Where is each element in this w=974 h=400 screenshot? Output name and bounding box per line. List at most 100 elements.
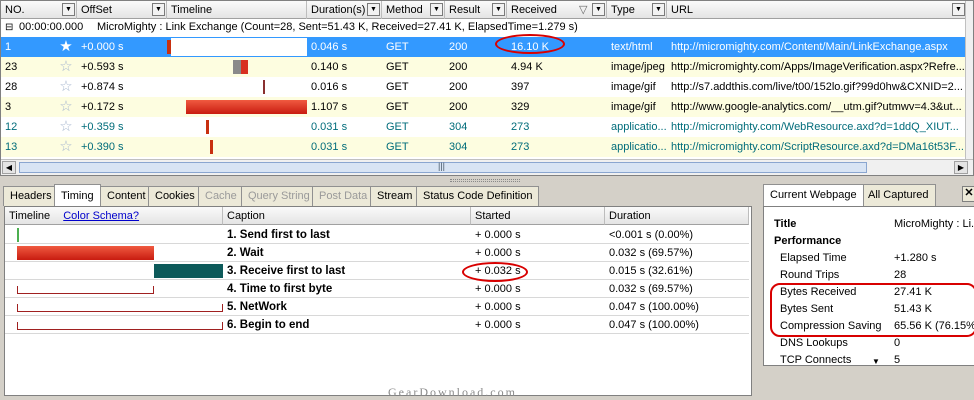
scroll-right-icon[interactable]: ▶ [954, 161, 968, 174]
request-grid[interactable]: NO. ▼ OffSet ▼ Timeline Duration(s) ▼ Metho… [0, 0, 974, 176]
timing-row[interactable]: 2. Wait + 0.000 s 0.032 s (69.57%) [5, 244, 749, 262]
summary-row[interactable]: ⊟ 00:00:00.000 MicroMighty : Link Exchan… [1, 19, 967, 37]
star-outline-icon[interactable]: ☆ [58, 59, 74, 75]
dropdown-icon[interactable]: ▼ [152, 3, 165, 16]
col-header-method[interactable]: Method ▼ [382, 1, 445, 19]
dropdown-icon[interactable]: ▼ [430, 3, 443, 16]
row-result: 304 [449, 141, 468, 153]
tab-timing[interactable]: Timing [54, 184, 101, 206]
table-row[interactable]: 1 +0.000 s 0.046 s GET 200 16.10 K text/html ht… [1, 37, 967, 57]
table-row[interactable]: 23 +0.593 s 0.140 s GET 200 4.94 K image/jpeg h… [1, 57, 967, 77]
tab-current-webpage[interactable]: Current Webpage [763, 184, 864, 206]
col-header-url[interactable]: URL ▼ [667, 1, 967, 19]
row-no: 23 [5, 61, 18, 73]
tab-headers[interactable]: Headers [3, 186, 59, 206]
timeline-bar [233, 60, 241, 74]
row-offset: +0.593 s [81, 61, 124, 73]
vertical-scrollbar[interactable] [965, 1, 973, 159]
timeline-bar [206, 120, 209, 134]
dropdown-icon[interactable]: ▼ [652, 3, 665, 16]
tab-cookies[interactable]: Cookies [148, 186, 202, 206]
row-result: 200 [449, 61, 468, 73]
table-row[interactable]: 3 +0.172 s 1.107 s GET 200 329 image/gif http:/… [1, 97, 967, 117]
row-result: 200 [449, 81, 468, 93]
timing-duration: 0.032 s (69.57%) [609, 247, 693, 259]
timing-header-started[interactable]: Started [471, 207, 605, 225]
col-header-timeline[interactable]: Timeline [167, 1, 307, 19]
timing-duration: 0.047 s (100.00%) [609, 319, 699, 331]
col-header-offset[interactable]: OffSet ▼ [77, 1, 167, 19]
timing-bar [17, 286, 154, 294]
tab-status-code-definition[interactable]: Status Code Definition [416, 186, 540, 206]
splitter[interactable] [0, 177, 974, 184]
star-outline-icon[interactable]: ☆ [58, 99, 74, 115]
horizontal-scrollbar[interactable]: ◀ ||| ▶ [1, 159, 973, 175]
collapse-icon[interactable]: ⊟ [5, 18, 13, 38]
row-type: image/jpeg [611, 61, 665, 73]
timing-header-duration[interactable]: Duration [605, 207, 749, 225]
timing-row[interactable]: 3. Receive first to last + 0.032 s 0.015 s… [5, 262, 749, 280]
timing-bar [154, 264, 223, 278]
timing-row[interactable]: 6. Begin to end + 0.000 s 0.047 s (100.00%… [5, 316, 749, 334]
star-outline-icon[interactable]: ☆ [58, 119, 74, 135]
dropdown-icon[interactable]: ▼ [592, 3, 605, 16]
col-header-duration[interactable]: Duration(s) ▼ [307, 1, 382, 19]
timing-row[interactable]: 1. Send first to last + 0.000 s <0.001 s (… [5, 226, 749, 244]
summary-panel: Title MicroMighty : Li... Performance El… [763, 206, 974, 366]
perf-row: TCP Connects 5 [764, 352, 974, 365]
perf-row: Bytes Sent 51.43 K [764, 301, 974, 318]
summary-time: 00:00:00.000 [19, 21, 84, 33]
row-duration: 1.107 s [311, 101, 348, 113]
perf-value: 65.56 K (76.15% [894, 320, 974, 332]
watermark: GearDownload.com [388, 385, 517, 399]
col-header-no[interactable]: NO. ▼ [1, 1, 77, 19]
scroll-thumb[interactable]: ||| [19, 161, 867, 173]
tab-content[interactable]: Content [100, 186, 153, 206]
timing-bar [17, 246, 154, 260]
tab-stream[interactable]: Stream [370, 186, 420, 206]
timing-header-timeline: Timeline Color Schema? [5, 207, 223, 225]
timing-started: + 0.000 s [475, 247, 521, 259]
row-offset: +0.359 s [81, 121, 124, 133]
scroll-down-icon[interactable]: ▼ [872, 357, 880, 365]
row-url: http://micromighty.com/ScriptResource.ax… [671, 141, 964, 153]
dropdown-icon[interactable]: ▼ [952, 3, 965, 16]
row-no: 3 [5, 101, 12, 113]
timing-header-caption[interactable]: Caption [223, 207, 471, 225]
row-result: 304 [449, 121, 468, 133]
row-type: applicatio... [611, 121, 667, 133]
tab-query-string[interactable]: Query String [241, 186, 317, 206]
tab-all-captured[interactable]: All Captured [861, 184, 936, 206]
star-outline-icon[interactable]: ☆ [58, 79, 74, 95]
table-row[interactable]: 13 +0.390 s 0.031 s GET 304 273 applicatio... h… [1, 137, 967, 157]
dropdown-icon[interactable]: ▼ [62, 3, 75, 16]
perf-value: 51.43 K [894, 303, 932, 315]
row-offset: +0.000 s [81, 41, 124, 53]
row-method: GET [386, 121, 409, 133]
tab-post-data[interactable]: Post Data [312, 186, 375, 206]
dropdown-icon[interactable]: ▼ [492, 3, 505, 16]
col-header-type[interactable]: Type ▼ [607, 1, 667, 19]
star-filled-icon[interactable]: ★ [58, 39, 74, 55]
timing-row[interactable]: 5. NetWork + 0.000 s 0.047 s (100.00%) [5, 298, 749, 316]
tab-cache[interactable]: Cache [198, 186, 244, 206]
splitter-grip [450, 179, 520, 182]
row-url: http://www.google-analytics.com/__utm.gi… [671, 101, 962, 113]
row-received: 273 [511, 121, 530, 133]
table-row[interactable]: 28 +0.874 s 0.016 s GET 200 397 image/gif http:… [1, 77, 967, 97]
color-schema-link[interactable]: Color Schema? [63, 210, 139, 222]
col-header-received[interactable]: Received ▽ ▼ [507, 1, 607, 19]
close-icon[interactable]: ✕ [962, 186, 974, 202]
row-url: http://micromighty.com/Content/Main/Link… [671, 41, 948, 53]
row-method: GET [386, 41, 409, 53]
perf-value: 27.41 K [894, 286, 932, 298]
row-type: applicatio... [611, 141, 667, 153]
row-received: 273 [511, 141, 530, 153]
col-header-result[interactable]: Result ▼ [445, 1, 507, 19]
scroll-left-icon[interactable]: ◀ [2, 161, 16, 174]
table-row[interactable]: 12 +0.359 s 0.031 s GET 304 273 applicatio... h… [1, 117, 967, 137]
timing-row[interactable]: 4. Time to first byte + 0.000 s 0.032 s (6… [5, 280, 749, 298]
dropdown-icon[interactable]: ▼ [367, 3, 380, 16]
star-outline-icon[interactable]: ☆ [58, 139, 74, 155]
row-offset: +0.390 s [81, 141, 124, 153]
